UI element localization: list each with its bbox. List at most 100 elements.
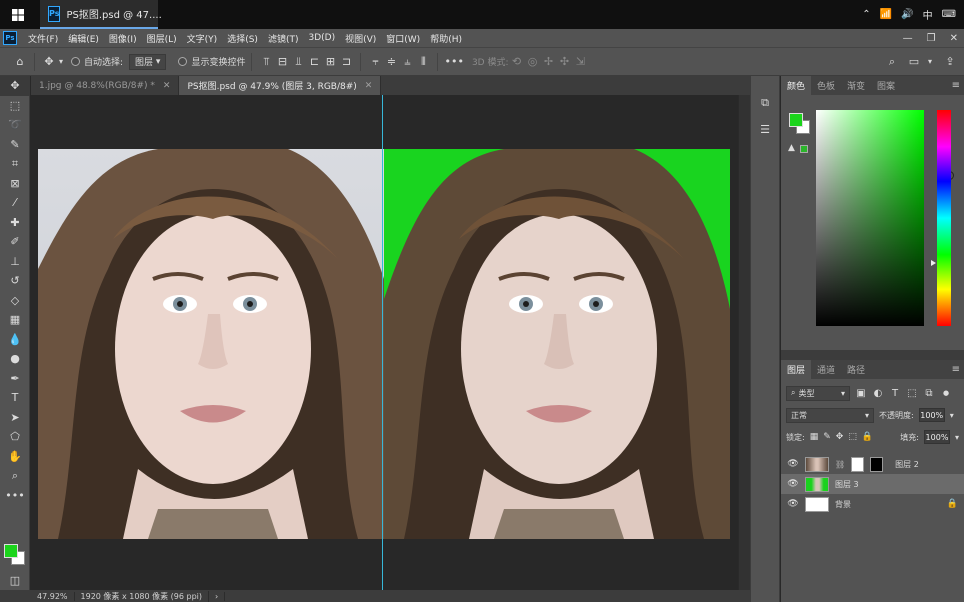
filter-pixel-icon[interactable]: ▣ [855,388,867,399]
pen-tool-icon[interactable]: ✒ [0,369,30,389]
lock-image-icon[interactable]: ✎ [823,432,831,442]
distribute-center-icon[interactable]: ≑ [383,53,399,71]
properties-panel-icon[interactable]: ☰ [751,116,779,142]
filter-smart-object-icon[interactable]: ⧉ [923,388,935,399]
visibility-eye-icon[interactable]: 👁 [787,459,799,469]
chevron-down-icon[interactable]: ▾ [57,53,65,71]
chevron-up-icon[interactable]: ⌃ [862,9,870,20]
distribute-spacing-icon[interactable]: ⦀ [415,53,431,71]
wifi-icon[interactable]: 📶 [880,9,892,20]
blend-mode-dropdown[interactable]: 正常 ▾ [786,407,874,423]
more-options-icon[interactable]: ••• [444,53,463,71]
lock-artboard-icon[interactable]: ⬚ [848,432,857,442]
windows-start-button[interactable] [0,0,36,29]
quick-mask-icon[interactable]: ◫ [0,571,30,591]
tab-1-jpg[interactable]: 1.jpg @ 48.8%(RGB/8#) * ✕ [31,76,180,95]
shape-tool-icon[interactable]: ⬠ [0,427,30,447]
hand-tool-icon[interactable]: ✋ [0,447,30,467]
lock-transparent-icon[interactable]: ▦ [810,432,819,442]
lock-all-icon[interactable]: 🔒 [862,432,873,442]
taskbar-photoshop-app[interactable]: Ps PS抠图.psd @ 47.... [40,0,162,29]
gamut-warning-icon[interactable]: ▲ [788,143,795,153]
menu-view[interactable]: 视图(V) [340,32,381,45]
frame-tool-icon[interactable]: ⊠ [0,174,30,194]
gradient-tool-icon[interactable]: ▦ [0,310,30,330]
clone-stamp-tool-icon[interactable]: ⊥ [0,252,30,272]
type-tool-icon[interactable]: T [0,388,30,408]
panel-menu-icon[interactable]: ≡ [952,364,960,375]
canvas-area[interactable] [31,95,738,590]
tab-gradients[interactable]: 渐变 [841,76,871,95]
filter-toggle-icon[interactable]: ● [940,389,952,397]
tab-patterns[interactable]: 图案 [871,76,901,95]
vertical-guide[interactable] [382,95,383,590]
distribute-top-icon[interactable]: ⫧ [367,53,383,71]
auto-select-dropdown[interactable]: 图层 ▾ [129,53,167,70]
close-icon[interactable]: ✕ [365,81,373,91]
layer-mask-thumbnail[interactable] [851,456,865,472]
menu-type[interactable]: 文字(Y) [182,32,223,45]
marquee-tool-icon[interactable]: ⬚ [0,96,30,116]
filter-shape-icon[interactable]: ⬚ [906,388,918,399]
edit-toolbar-icon[interactable]: ••• [0,486,30,506]
home-icon[interactable]: ⌂ [12,53,28,71]
crop-tool-icon[interactable]: ⌗ [0,154,30,174]
foreground-color-swatch[interactable] [4,544,18,558]
align-hcenter-icon[interactable]: ⊞ [322,53,338,71]
volume-icon[interactable]: 🔊 [901,9,913,20]
eyedropper-tool-icon[interactable]: ⁄ [0,193,30,213]
close-icon[interactable]: ✕ [163,81,171,91]
panel-menu-icon[interactable]: ≡ [952,80,960,91]
saturation-brightness-field[interactable] [816,110,954,326]
close-icon[interactable]: ✕ [950,33,958,44]
move-tool-icon[interactable]: ✥ [41,53,57,71]
zoom-level[interactable]: 47.92% [31,591,75,601]
layer-filter-dropdown[interactable]: ⌕ 类型 ▾ [786,385,850,401]
show-transform-checkbox[interactable] [178,57,188,66]
foreground-color-chip[interactable] [789,113,803,127]
visibility-eye-icon[interactable]: 👁 [787,499,799,509]
history-brush-tool-icon[interactable]: ↺ [0,271,30,291]
layer-row-background[interactable]: 👁 背景 🔒 [781,494,964,514]
menu-select[interactable]: 选择(S) [222,32,263,45]
move-tool-icon[interactable]: ✥ [0,76,30,96]
lasso-tool-icon[interactable]: ➰ [0,115,30,135]
align-bottom-icon[interactable]: ⫫ [290,53,306,71]
layer-row-layer-3[interactable]: 👁 图层 3 [781,474,964,494]
auto-select-checkbox[interactable] [71,57,80,66]
dodge-tool-icon[interactable]: ● [0,349,30,369]
path-select-tool-icon[interactable]: ➤ [0,408,30,428]
eraser-tool-icon[interactable]: ◇ [0,291,30,311]
lock-position-icon[interactable]: ✥ [836,432,844,442]
menu-layer[interactable]: 图层(L) [142,32,182,45]
fill-input[interactable]: 100% [923,430,950,444]
menu-window[interactable]: 窗口(W) [381,32,425,45]
chevron-down-icon[interactable]: ▾ [950,411,954,420]
layer-mask-thumbnail[interactable] [870,456,884,472]
align-vcenter-icon[interactable]: ⊟ [274,53,290,71]
input-language[interactable]: 中 [923,7,933,22]
menu-image[interactable]: 图像(I) [104,32,142,45]
menu-file[interactable]: 文件(F) [23,32,63,45]
align-left-icon[interactable]: ⊏ [306,53,322,71]
align-right-icon[interactable]: ⊐ [338,53,354,71]
vertical-scrollbar[interactable] [738,95,750,590]
zoom-tool-icon[interactable]: ⌕ [0,466,30,486]
menu-filter[interactable]: 滤镜(T) [263,32,304,45]
tab-ps-koutu-psd[interactable]: PS抠图.psd @ 47.9% (图层 3, RGB/8#) ✕ [179,76,382,95]
layer-row-layer-2[interactable]: 👁 ⛓ 图层 2 [781,454,964,474]
share-icon[interactable]: ⇪ [942,53,958,71]
hue-slider-handle[interactable] [931,260,936,266]
document-canvas[interactable] [38,149,731,539]
search-icon[interactable]: ⌕ [884,53,900,71]
tab-layers[interactable]: 图层 [781,360,812,379]
menu-help[interactable]: 帮助(H) [425,32,467,45]
link-chain-icon[interactable]: ⛓ [835,460,845,469]
tab-color[interactable]: 颜色 [781,76,812,95]
menu-edit[interactable]: 编辑(E) [63,32,104,45]
workspace-icon[interactable]: ▭ [906,53,922,71]
minimize-icon[interactable]: — [903,33,913,44]
menu-3d[interactable]: 3D(D) [303,33,340,43]
opacity-input[interactable]: 100% [918,408,945,422]
chevron-down-icon[interactable]: ▾ [955,433,959,442]
